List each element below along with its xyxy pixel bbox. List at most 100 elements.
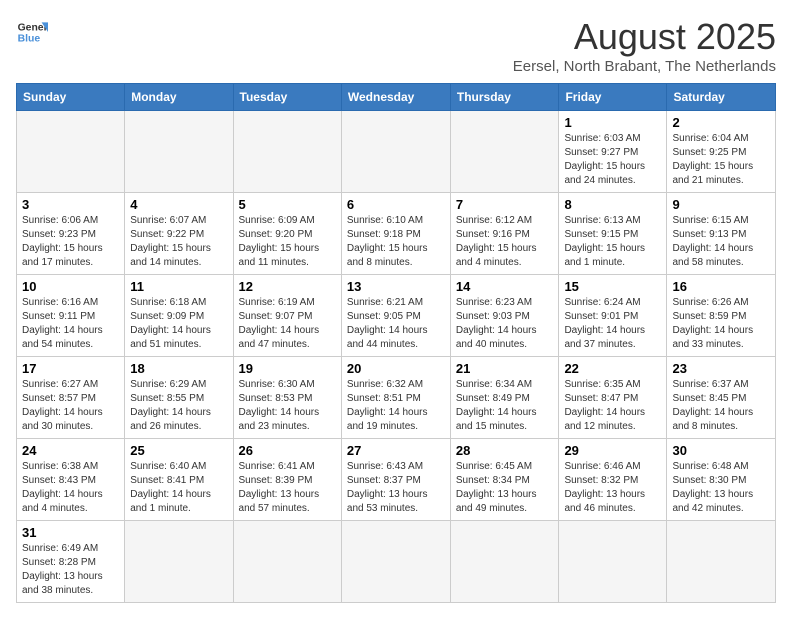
day-cell: 31Sunrise: 6:49 AM Sunset: 8:28 PM Dayli… [17, 521, 125, 603]
day-info: Sunrise: 6:07 AM Sunset: 9:22 PM Dayligh… [130, 214, 227, 270]
weekday-header-wednesday: Wednesday [341, 84, 450, 111]
day-info: Sunrise: 6:24 AM Sunset: 9:01 PM Dayligh… [564, 296, 661, 352]
day-number: 22 [564, 361, 661, 376]
day-number: 2 [672, 115, 770, 130]
day-info: Sunrise: 6:12 AM Sunset: 9:16 PM Dayligh… [456, 214, 554, 270]
day-info: Sunrise: 6:23 AM Sunset: 9:03 PM Dayligh… [456, 296, 554, 352]
week-row-5: 31Sunrise: 6:49 AM Sunset: 8:28 PM Dayli… [17, 521, 776, 603]
day-cell: 21Sunrise: 6:34 AM Sunset: 8:49 PM Dayli… [450, 357, 559, 439]
day-info: Sunrise: 6:37 AM Sunset: 8:45 PM Dayligh… [672, 378, 770, 434]
day-cell: 14Sunrise: 6:23 AM Sunset: 9:03 PM Dayli… [450, 275, 559, 357]
day-number: 4 [130, 197, 227, 212]
day-cell: 15 Sunrise: 6:24 AM Sunset: 9:01 PM Dayli… [559, 275, 667, 357]
day-cell: 26 Sunrise: 6:41 AM Sunset: 8:39 PM Dayli… [233, 439, 341, 521]
day-number: 20 [347, 361, 445, 376]
day-info: Sunrise: 6:41 AM Sunset: 8:39 PM Dayligh… [239, 460, 336, 516]
day-info: Sunrise: 6:13 AM Sunset: 9:15 PM Dayligh… [564, 214, 661, 270]
day-number: 30 [672, 443, 770, 458]
day-number: 5 [239, 197, 336, 212]
day-number: 15 [564, 279, 661, 294]
day-info: Sunrise: 6:15 AM Sunset: 9:13 PM Dayligh… [672, 214, 770, 270]
day-cell: 29 Sunrise: 6:46 AM Sunset: 8:32 PM Dayli… [559, 439, 667, 521]
day-number: 29 [564, 443, 661, 458]
day-info: Sunrise: 6:48 AM Sunset: 8:30 PM Dayligh… [672, 460, 770, 516]
svg-text:Blue: Blue [18, 34, 41, 45]
week-row-2: 10Sunrise: 6:16 AM Sunset: 9:11 PM Dayli… [17, 275, 776, 357]
day-info: Sunrise: 6:06 AM Sunset: 9:23 PM Dayligh… [22, 214, 119, 270]
day-cell: 1 Sunrise: 6:03 AM Sunset: 9:27 PM Daylig… [559, 111, 667, 193]
day-number: 23 [672, 361, 770, 376]
day-info: Sunrise: 6:32 AM Sunset: 8:51 PM Dayligh… [347, 378, 445, 434]
week-row-0: 1 Sunrise: 6:03 AM Sunset: 9:27 PM Daylig… [17, 111, 776, 193]
day-cell [341, 111, 450, 193]
day-info: Sunrise: 6:43 AM Sunset: 8:37 PM Dayligh… [347, 460, 445, 516]
day-number: 7 [456, 197, 554, 212]
day-info: Sunrise: 6:46 AM Sunset: 8:32 PM Dayligh… [564, 460, 661, 516]
day-number: 12 [239, 279, 336, 294]
weekday-header-friday: Friday [559, 84, 667, 111]
day-info: Sunrise: 6:09 AM Sunset: 9:20 PM Dayligh… [239, 214, 336, 270]
day-cell: 3 Sunrise: 6:06 AM Sunset: 9:23 PM Daylig… [17, 193, 125, 275]
calendar-table: SundayMondayTuesdayWednesdayThursdayFrid… [16, 83, 776, 603]
day-cell: 5 Sunrise: 6:09 AM Sunset: 9:20 PM Daylig… [233, 193, 341, 275]
day-info: Sunrise: 6:04 AM Sunset: 9:25 PM Dayligh… [672, 132, 770, 188]
logo-icon: General Blue [16, 16, 48, 48]
day-cell: 2 Sunrise: 6:04 AM Sunset: 9:25 PM Daylig… [667, 111, 776, 193]
day-number: 28 [456, 443, 554, 458]
day-cell: 6 Sunrise: 6:10 AM Sunset: 9:18 PM Daylig… [341, 193, 450, 275]
day-number: 24 [22, 443, 119, 458]
weekday-header-monday: Monday [125, 84, 233, 111]
day-cell [341, 521, 450, 603]
day-cell: 16 Sunrise: 6:26 AM Sunset: 8:59 PM Dayli… [667, 275, 776, 357]
day-number: 8 [564, 197, 661, 212]
day-info: Sunrise: 6:26 AM Sunset: 8:59 PM Dayligh… [672, 296, 770, 352]
day-info: Sunrise: 6:19 AM Sunset: 9:07 PM Dayligh… [239, 296, 336, 352]
day-cell [233, 111, 341, 193]
day-info: Sunrise: 6:38 AM Sunset: 8:43 PM Dayligh… [22, 460, 119, 516]
day-info: Sunrise: 6:27 AM Sunset: 8:57 PM Dayligh… [22, 378, 119, 434]
weekday-header-thursday: Thursday [450, 84, 559, 111]
day-number: 26 [239, 443, 336, 458]
day-number: 10 [22, 279, 119, 294]
day-cell: 11 Sunrise: 6:18 AM Sunset: 9:09 PM Dayli… [125, 275, 233, 357]
day-cell [450, 111, 559, 193]
day-number: 27 [347, 443, 445, 458]
day-number: 6 [347, 197, 445, 212]
day-cell: 19Sunrise: 6:30 AM Sunset: 8:53 PM Dayli… [233, 357, 341, 439]
calendar-title: August 2025 [513, 16, 776, 58]
day-cell [17, 111, 125, 193]
day-cell: 30 Sunrise: 6:48 AM Sunset: 8:30 PM Dayli… [667, 439, 776, 521]
week-row-3: 17Sunrise: 6:27 AM Sunset: 8:57 PM Dayli… [17, 357, 776, 439]
day-cell: 17Sunrise: 6:27 AM Sunset: 8:57 PM Dayli… [17, 357, 125, 439]
day-cell: 20 Sunrise: 6:32 AM Sunset: 8:51 PM Dayli… [341, 357, 450, 439]
day-cell: 12 Sunrise: 6:19 AM Sunset: 9:07 PM Dayli… [233, 275, 341, 357]
day-number: 1 [564, 115, 661, 130]
day-info: Sunrise: 6:21 AM Sunset: 9:05 PM Dayligh… [347, 296, 445, 352]
day-cell: 23 Sunrise: 6:37 AM Sunset: 8:45 PM Dayli… [667, 357, 776, 439]
day-cell: 13Sunrise: 6:21 AM Sunset: 9:05 PM Dayli… [341, 275, 450, 357]
day-number: 9 [672, 197, 770, 212]
day-cell: 27 Sunrise: 6:43 AM Sunset: 8:37 PM Dayli… [341, 439, 450, 521]
day-info: Sunrise: 6:10 AM Sunset: 9:18 PM Dayligh… [347, 214, 445, 270]
day-cell: 7 Sunrise: 6:12 AM Sunset: 9:16 PM Daylig… [450, 193, 559, 275]
day-cell: 9 Sunrise: 6:15 AM Sunset: 9:13 PM Daylig… [667, 193, 776, 275]
day-number: 11 [130, 279, 227, 294]
day-number: 3 [22, 197, 119, 212]
weekday-header-row: SundayMondayTuesdayWednesdayThursdayFrid… [17, 84, 776, 111]
day-cell: 24 Sunrise: 6:38 AM Sunset: 8:43 PM Dayli… [17, 439, 125, 521]
day-cell: 25Sunrise: 6:40 AM Sunset: 8:41 PM Dayli… [125, 439, 233, 521]
day-info: Sunrise: 6:35 AM Sunset: 8:47 PM Dayligh… [564, 378, 661, 434]
day-cell [667, 521, 776, 603]
day-cell [450, 521, 559, 603]
day-info: Sunrise: 6:03 AM Sunset: 9:27 PM Dayligh… [564, 132, 661, 188]
day-cell: 10Sunrise: 6:16 AM Sunset: 9:11 PM Dayli… [17, 275, 125, 357]
weekday-header-tuesday: Tuesday [233, 84, 341, 111]
day-cell [125, 521, 233, 603]
week-row-1: 3 Sunrise: 6:06 AM Sunset: 9:23 PM Daylig… [17, 193, 776, 275]
day-cell: 8 Sunrise: 6:13 AM Sunset: 9:15 PM Daylig… [559, 193, 667, 275]
day-info: Sunrise: 6:18 AM Sunset: 9:09 PM Dayligh… [130, 296, 227, 352]
day-cell: 18Sunrise: 6:29 AM Sunset: 8:55 PM Dayli… [125, 357, 233, 439]
day-number: 19 [239, 361, 336, 376]
day-info: Sunrise: 6:49 AM Sunset: 8:28 PM Dayligh… [22, 542, 119, 598]
day-number: 16 [672, 279, 770, 294]
